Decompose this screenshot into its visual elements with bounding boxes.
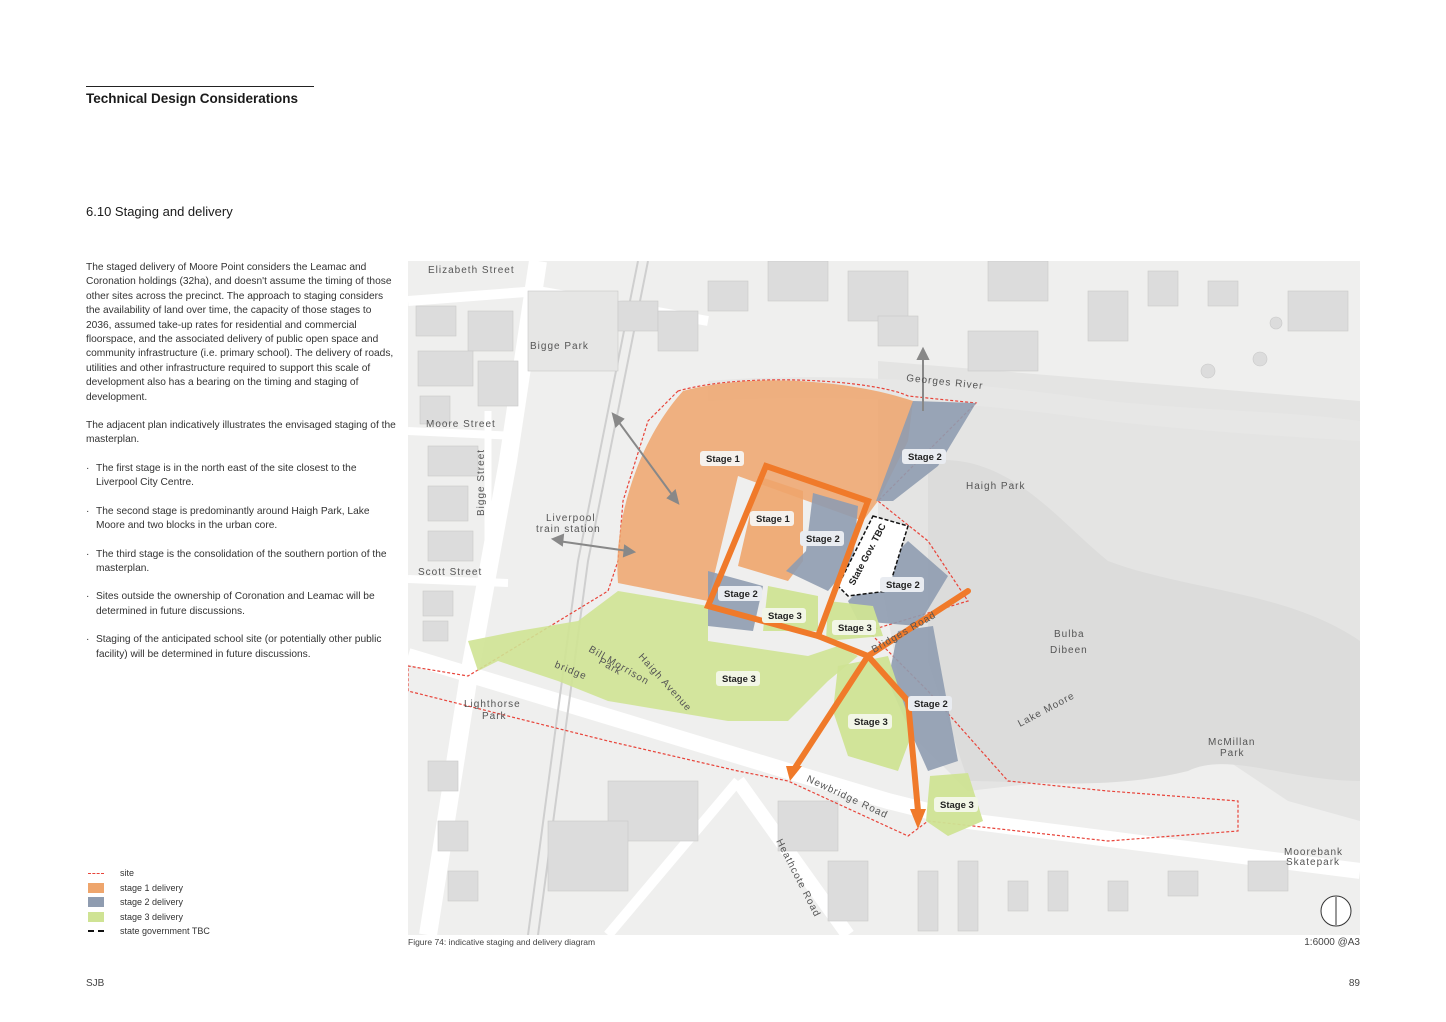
elizabeth-street-label: Elizabeth Street [428, 265, 515, 276]
legend-item-stage1: stage 1 delivery [88, 881, 210, 896]
body-text: The staged delivery of Moore Point consi… [86, 261, 396, 676]
staging-map[interactable]: Elizabeth Street Bigge Park Moore Street… [408, 261, 1360, 935]
figure-caption: Figure 74: indicative staging and delive… [408, 937, 596, 947]
stage3-swatch [88, 911, 104, 922]
stage-label: Stage 3 [838, 623, 872, 634]
train-station-label: train station [536, 524, 601, 535]
stage1-swatch [88, 882, 104, 893]
north-arrow-icon [1320, 895, 1352, 927]
stage-label: Stage 2 [908, 452, 942, 463]
stage2-swatch [88, 897, 104, 908]
section-heading: 6.10 Staging and delivery [86, 204, 233, 219]
skatepark-label: Skatepark [1286, 857, 1340, 868]
mcmillan-label: McMillan [1208, 737, 1255, 748]
mcmillan-park-label: Park [1220, 748, 1245, 759]
stage-label: Stage 3 [940, 800, 974, 811]
legend-item-state-gov: state government TBC [88, 924, 210, 939]
bullet-item: The third stage is the consolidation of … [86, 548, 396, 577]
legend-item-stage3: stage 3 delivery [88, 910, 210, 925]
legend-label: site [120, 868, 135, 879]
stage-label: Stage 1 [706, 454, 741, 465]
dibeen-label: Dibeen [1050, 645, 1088, 656]
site-boundary-swatch [88, 872, 104, 874]
bullet-item: The second stage is predominantly around… [86, 505, 396, 534]
bullet-item: Staging of the anticipated school site (… [86, 633, 396, 662]
stage-label: Stage 2 [806, 534, 840, 545]
legend-label: stage 1 delivery [120, 882, 184, 893]
legend-item-stage2: stage 2 delivery [88, 895, 210, 910]
liverpool-label: Liverpool [546, 513, 596, 524]
state-gov-swatch [88, 930, 104, 933]
intro-paragraph: The staged delivery of Moore Point consi… [86, 262, 394, 403]
header-rule [86, 86, 314, 87]
stage-label: Stage 3 [722, 674, 756, 685]
lighthorse-label: Lighthorse [464, 699, 521, 710]
section-title: Technical Design Considerations [86, 91, 299, 106]
lighthorse-park-label: Park [482, 711, 507, 722]
haigh-park-label: Haigh Park [966, 481, 1025, 492]
legend-label: state government TBC [120, 926, 210, 937]
legend-item-site: site [88, 866, 210, 881]
bulba-label: Bulba [1054, 629, 1085, 640]
footer-brand: SJB [86, 978, 105, 989]
scott-street-label: Scott Street [418, 567, 482, 578]
legend-label: stage 3 delivery [120, 911, 184, 922]
map-legend: site stage 1 delivery stage 2 delivery s… [88, 866, 210, 939]
stage-label: Stage 2 [914, 699, 948, 710]
moore-street-label: Moore Street [426, 419, 496, 430]
bigge-park-label: Bigge Park [530, 341, 589, 352]
bigge-street-label: Bigge Street [476, 449, 487, 516]
legend-label: stage 2 delivery [120, 897, 184, 908]
stage-label: Stage 1 [756, 514, 791, 525]
page-number: 89 [1348, 978, 1360, 989]
plan-paragraph: The adjacent plan indicatively illustrat… [86, 420, 396, 446]
stage-label: Stage 3 [854, 717, 888, 728]
stage-label: Stage 2 [886, 580, 920, 591]
bullet-item: The first stage is in the north east of … [86, 462, 396, 491]
bullet-item: Sites outside the ownership of Coronatio… [86, 590, 396, 619]
stage-label: Stage 3 [768, 611, 802, 622]
bullet-list: The first stage is in the north east of … [86, 462, 396, 662]
stage-label: Stage 2 [724, 589, 758, 600]
map-scale: 1:6000 @A3 [1304, 937, 1360, 948]
